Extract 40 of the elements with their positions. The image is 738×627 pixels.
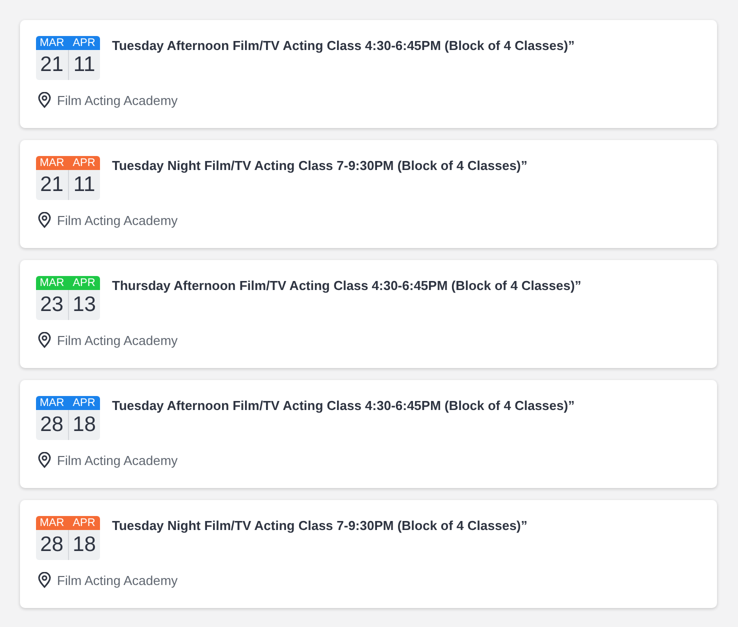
event-location: Film Acting Academy: [57, 452, 178, 468]
event-location: Film Acting Academy: [57, 92, 178, 108]
event-location: Film Acting Academy: [57, 332, 178, 348]
event-location: Film Acting Academy: [57, 212, 178, 228]
event-title[interactable]: Tuesday Afternoon Film/TV Acting Class 4:30-6:45PM (Block of 4 Classes)”: [112, 398, 575, 413]
event-card[interactable]: MAR APR 21 11 Tuesday Afternoon Film/TV Acting Class 4:30-6:45PM (Block of 4 Classes)” Film Acting Academy: [20, 20, 717, 128]
end-month: APR: [68, 276, 100, 290]
start-day: 23: [36, 290, 68, 320]
end-day: 11: [68, 170, 100, 200]
end-day: 18: [68, 410, 100, 440]
start-day: 21: [36, 50, 68, 80]
location-pin-icon: [38, 92, 51, 108]
event-card[interactable]: MAR APR 28 18 Tuesday Afternoon Film/TV Acting Class 4:30-6:45PM (Block of 4 Classes)” Film Acting Academy: [20, 380, 717, 488]
start-month: MAR: [36, 36, 68, 50]
event-card[interactable]: MAR APR 28 18 Tuesday Night Film/TV Acting Class 7-9:30PM (Block of 4 Classes)” Film Acting Academy: [20, 500, 717, 608]
event-title[interactable]: Tuesday Night Film/TV Acting Class 7-9:30PM (Block of 4 Classes)”: [112, 518, 528, 533]
end-day: 18: [68, 530, 100, 560]
start-day: 28: [36, 410, 68, 440]
end-day: 13: [68, 290, 100, 320]
start-month: MAR: [36, 396, 68, 410]
start-month: MAR: [36, 276, 68, 290]
event-title[interactable]: Thursday Afternoon Film/TV Acting Class 4:30-6:45PM (Block of 4 Classes)”: [112, 278, 582, 293]
start-day: 21: [36, 170, 68, 200]
location-pin-icon: [38, 572, 51, 588]
event-title[interactable]: Tuesday Afternoon Film/TV Acting Class 4:30-6:45PM (Block of 4 Classes)”: [112, 38, 575, 53]
start-day: 28: [36, 530, 68, 560]
end-month: APR: [68, 36, 100, 50]
event-title[interactable]: Tuesday Night Film/TV Acting Class 7-9:30PM (Block of 4 Classes)”: [112, 158, 528, 173]
end-month: APR: [68, 516, 100, 530]
event-card[interactable]: MAR APR 23 13 Thursday Afternoon Film/TV Acting Class 4:30-6:45PM (Block of 4 Classes)” Film Acting Academy: [20, 260, 717, 368]
end-day: 11: [68, 50, 100, 80]
start-month: MAR: [36, 516, 68, 530]
location-pin-icon: [38, 332, 51, 348]
location-pin-icon: [38, 212, 51, 228]
end-month: APR: [68, 156, 100, 170]
start-month: MAR: [36, 156, 68, 170]
event-card[interactable]: MAR APR 21 11 Tuesday Night Film/TV Acting Class 7-9:30PM (Block of 4 Classes)” Film Acting Academy: [20, 140, 717, 248]
end-month: APR: [68, 396, 100, 410]
event-location: Film Acting Academy: [57, 572, 178, 588]
location-pin-icon: [38, 452, 51, 468]
